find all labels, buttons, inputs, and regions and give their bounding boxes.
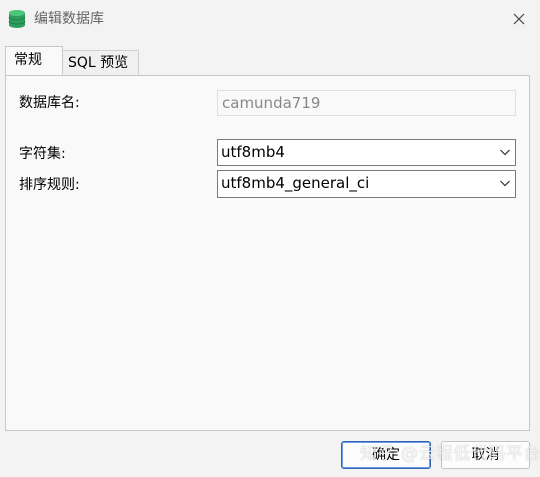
collation-select[interactable]: utf8mb4_general_ci <box>217 170 516 198</box>
tab-general[interactable]: 常规 <box>5 46 63 75</box>
collation-value: utf8mb4_general_ci <box>221 174 370 192</box>
collation-label: 排序规则: <box>19 177 80 193</box>
charset-value: utf8mb4 <box>221 143 285 161</box>
cancel-button[interactable]: 取消 <box>441 441 530 469</box>
chevron-down-icon <box>500 149 510 156</box>
ok-button[interactable]: 确定 <box>341 441 431 469</box>
database-icon <box>8 9 26 29</box>
close-icon <box>513 13 525 25</box>
window-title: 编辑数据库 <box>34 11 104 27</box>
close-button[interactable] <box>506 6 532 32</box>
db-name-field[interactable]: camunda719 <box>217 90 516 116</box>
charset-label: 字符集: <box>19 146 66 162</box>
title-bar: 编辑数据库 <box>0 0 540 38</box>
charset-select[interactable]: utf8mb4 <box>217 139 516 166</box>
chevron-down-icon <box>500 180 510 187</box>
general-panel: 数据库名: camunda719 字符集: utf8mb4 排序规则: utf8… <box>5 75 530 431</box>
db-name-label: 数据库名: <box>19 95 80 111</box>
edit-database-dialog: 编辑数据库 常规 SQL 预览 数据库名: camunda719 字符集: ut… <box>0 0 540 477</box>
tab-sql-preview[interactable]: SQL 预览 <box>63 50 139 75</box>
